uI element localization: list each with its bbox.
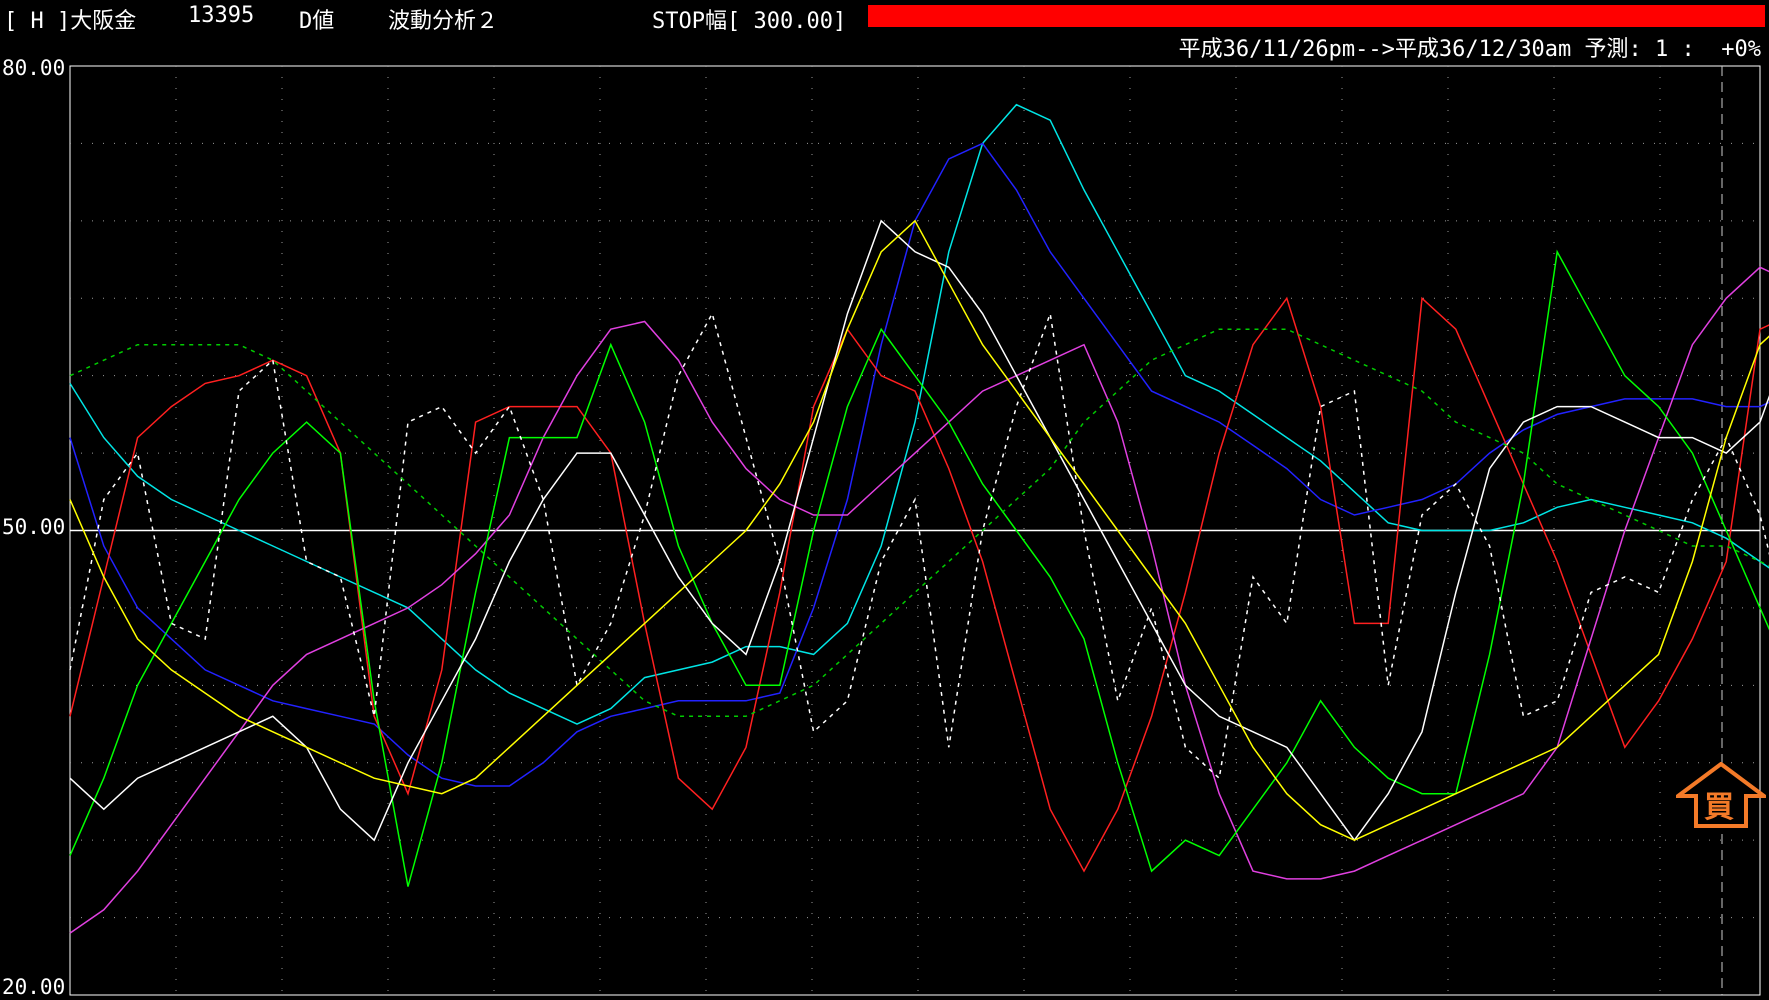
buy-signal: 買 xyxy=(1676,762,1766,828)
series-line-7 xyxy=(69,328,1769,718)
wave-chart xyxy=(69,65,1769,996)
series-line-0 xyxy=(69,103,1769,725)
series-line-2 xyxy=(69,296,1769,873)
series-line-3 xyxy=(69,266,1769,934)
series-line-1 xyxy=(69,142,1769,787)
series-line-6 xyxy=(69,311,1769,780)
buy-signal-label: 買 xyxy=(1704,790,1734,825)
